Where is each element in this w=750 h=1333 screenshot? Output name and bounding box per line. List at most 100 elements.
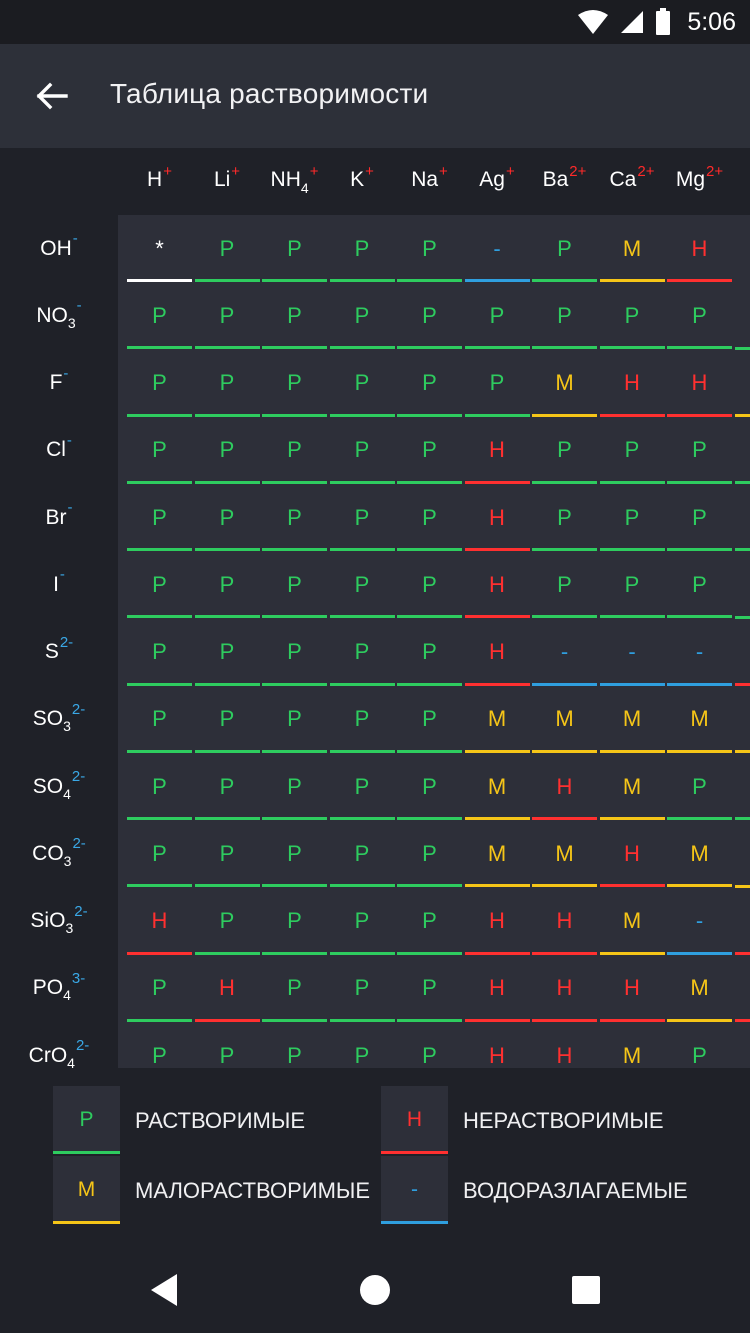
table-cell[interactable]: Р [396,686,463,753]
table-cell[interactable]: Р [194,820,261,888]
table-cell[interactable]: Р [531,484,598,551]
anion-header[interactable]: PO 4 3- [0,955,118,1022]
table-cell[interactable]: Р [126,484,193,551]
nav-recents-button[interactable] [554,1258,618,1322]
table-cell[interactable]: * [126,215,193,282]
table-cell[interactable]: Р [599,282,666,350]
anion-header[interactable]: CrO 4 2- [0,1022,118,1068]
table-cell[interactable]: М [464,686,531,753]
table-cell[interactable]: Р [126,551,193,619]
table-cell[interactable]: Р [261,484,328,551]
table-cell[interactable]: Н [464,551,531,619]
table-cell[interactable]: Р [329,1022,396,1068]
table-cell[interactable]: Н [666,215,733,282]
cation-header[interactable]: K+ [329,163,396,192]
table-cell[interactable]: Н [464,417,531,484]
table-cell[interactable]: Н [599,955,666,1022]
table-cell[interactable]: М [464,820,531,888]
table-cell[interactable]: М [599,686,666,753]
table-cell[interactable]: М [599,1022,666,1068]
anion-header[interactable]: SO 3 2- [0,686,118,753]
table-cell[interactable]: Р [329,955,396,1022]
nav-home-button[interactable] [343,1258,407,1322]
table-cell[interactable]: Р [329,619,396,686]
table-cell[interactable]: Р [261,619,328,686]
table-cell[interactable]: Р [396,215,463,282]
table-cell[interactable]: Р [261,350,328,417]
table-cell[interactable]: М [666,955,733,1022]
table-cell[interactable]: Р [666,282,733,350]
table-cell[interactable]: Н [599,350,666,417]
table-cell[interactable]: Р [126,686,193,753]
table-cell[interactable]: Р [329,753,396,820]
table-cell[interactable]: Р [531,551,598,619]
table-cell[interactable]: Р [261,417,328,484]
table-cell[interactable]: Р [396,888,463,955]
table-cell[interactable]: М [666,686,733,753]
table-cell[interactable]: Р [329,820,396,888]
cation-header[interactable]: NH4+ [261,163,328,196]
table-cell[interactable]: Р [329,888,396,955]
table-cell[interactable]: Н [531,1022,598,1068]
table-cell[interactable]: Р [464,282,531,350]
table-cell[interactable]: Н [599,820,666,888]
table-cell[interactable]: Р [194,888,261,955]
table-cell[interactable]: Р [261,215,328,282]
table-cell[interactable]: Р [396,753,463,820]
table-cell[interactable]: Н [531,888,598,955]
table-cell[interactable]: Р [396,484,463,551]
anion-header[interactable]: I- [0,551,118,618]
table-cell[interactable]: Р [261,686,328,753]
table-cell[interactable]: Р [261,955,328,1022]
table-cell[interactable]: Р [329,686,396,753]
table-cell[interactable]: Р [126,350,193,417]
table-cell[interactable]: М [599,888,666,955]
table-cell[interactable]: Р [261,282,328,350]
anion-header[interactable]: CO 3 2- [0,820,118,887]
table-cell[interactable]: Р [396,955,463,1022]
table-cell[interactable]: Р [464,350,531,417]
anion-header[interactable]: F- [0,350,118,417]
table-cell[interactable]: Р [396,282,463,350]
table-cell[interactable]: Р [261,551,328,619]
anion-header[interactable]: SiO 3 2- [0,888,118,955]
table-cell[interactable]: Н [531,955,598,1022]
table-cell[interactable]: М [531,350,598,417]
table-cell[interactable]: Р [194,484,261,551]
table-cell[interactable]: Р [531,215,598,282]
table-cell[interactable]: Р [396,417,463,484]
table-cell[interactable]: М [599,753,666,820]
table-cell[interactable]: Р [261,820,328,888]
table-cell[interactable]: Н [464,888,531,955]
table-cell[interactable]: Р [329,417,396,484]
table-cell[interactable]: Н [464,1022,531,1068]
table-cell[interactable]: Р [261,888,328,955]
table-cell[interactable]: - [666,619,733,686]
table-cell[interactable]: Р [666,753,733,820]
table-cell[interactable]: Р [194,686,261,753]
table-cell[interactable]: Р [126,955,193,1022]
table-cell[interactable]: Р [261,1022,328,1068]
anion-header[interactable]: SO 4 2- [0,753,118,820]
table-cell[interactable]: Р [126,619,193,686]
table-cell[interactable]: Р [599,551,666,619]
anion-header[interactable]: Br - [0,484,118,551]
table-cell[interactable]: Р [396,1022,463,1068]
table-cell[interactable]: Р [329,215,396,282]
table-cell[interactable]: Р [194,215,261,282]
cation-header[interactable]: Ag+ [464,163,531,192]
table-cell[interactable]: Р [194,282,261,350]
anion-header[interactable]: Cl - [0,417,118,484]
table-cell[interactable]: Р [194,619,261,686]
back-button[interactable] [26,70,78,122]
anion-header[interactable]: NO 3- [0,282,118,349]
table-cell[interactable]: Р [194,551,261,619]
table-cell[interactable]: Р [194,350,261,417]
table-cell[interactable]: Р [261,753,328,820]
cation-header[interactable]: Li+ [194,163,261,192]
table-cell[interactable]: Р [126,1022,193,1068]
table-cell[interactable]: Р [194,1022,261,1068]
table-cell[interactable]: Н [464,619,531,686]
table-cell[interactable]: Р [531,417,598,484]
table-cell[interactable]: Н [464,955,531,1022]
